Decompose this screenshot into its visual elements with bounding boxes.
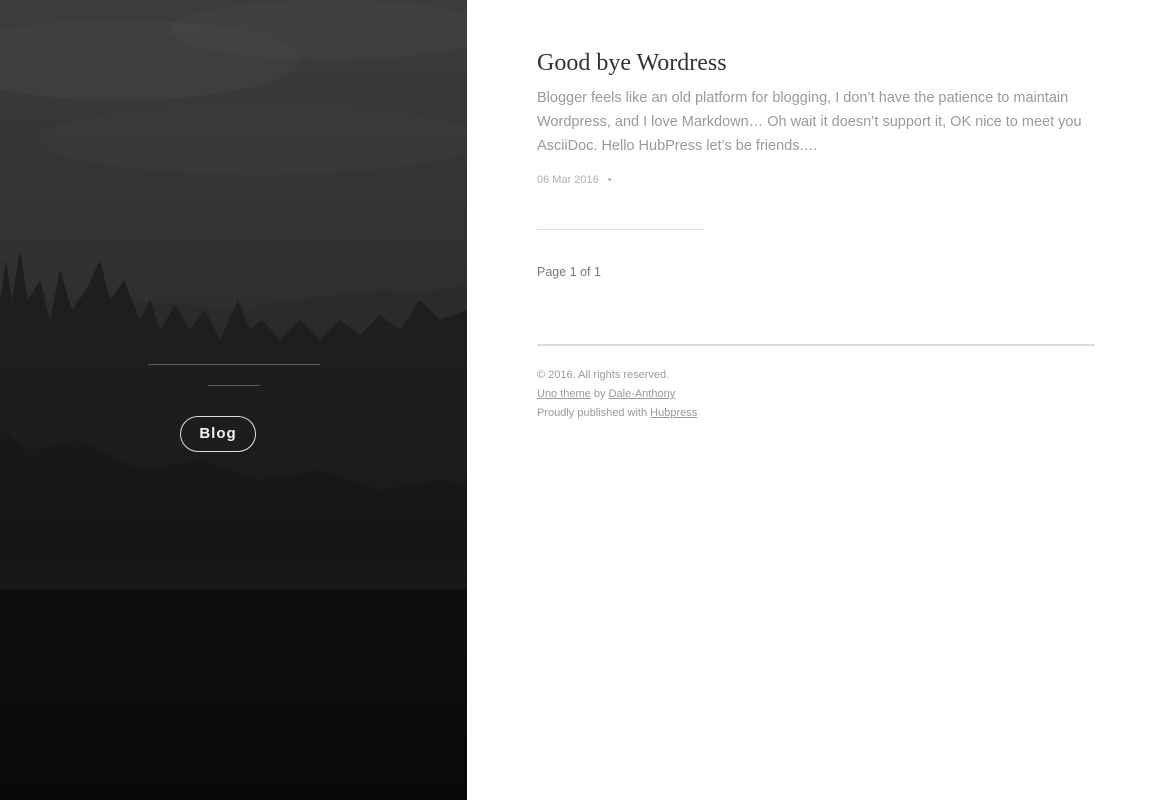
copyright-text: © 2016. All rights reserved.	[537, 369, 670, 381]
post-title-link[interactable]: Good bye Wordress	[537, 50, 727, 77]
platform-link[interactable]: Hubpress	[650, 407, 697, 419]
theme-credit: Uno theme by Dale-Anthony	[537, 385, 697, 404]
blog-button[interactable]: Blog	[180, 416, 256, 452]
post-excerpt: Blogger feels like an old platform for b…	[537, 90, 1082, 154]
footer: © 2016. All rights reserved. Uno theme b…	[537, 366, 697, 423]
post-divider	[537, 229, 704, 230]
cover-divider-long	[148, 364, 320, 365]
author-link[interactable]: Dale-Anthony	[609, 388, 676, 400]
footer-divider	[537, 344, 1095, 346]
published-credit: Proudly published with Hubpress	[537, 404, 697, 423]
cover-divider-short	[208, 385, 260, 386]
cover-background-image	[0, 0, 467, 800]
by-text: by	[593, 388, 606, 400]
cover-panel: Blog	[0, 0, 467, 800]
theme-link[interactable]: Uno theme	[537, 388, 591, 400]
post-date: 06 Mar 2016	[537, 174, 599, 186]
published-text: Proudly published with	[537, 407, 648, 419]
meta-separator: •	[607, 174, 612, 186]
pagination-label: Page 1 of 1	[537, 265, 601, 279]
post-meta: 06 Mar 2016 •	[537, 174, 612, 186]
